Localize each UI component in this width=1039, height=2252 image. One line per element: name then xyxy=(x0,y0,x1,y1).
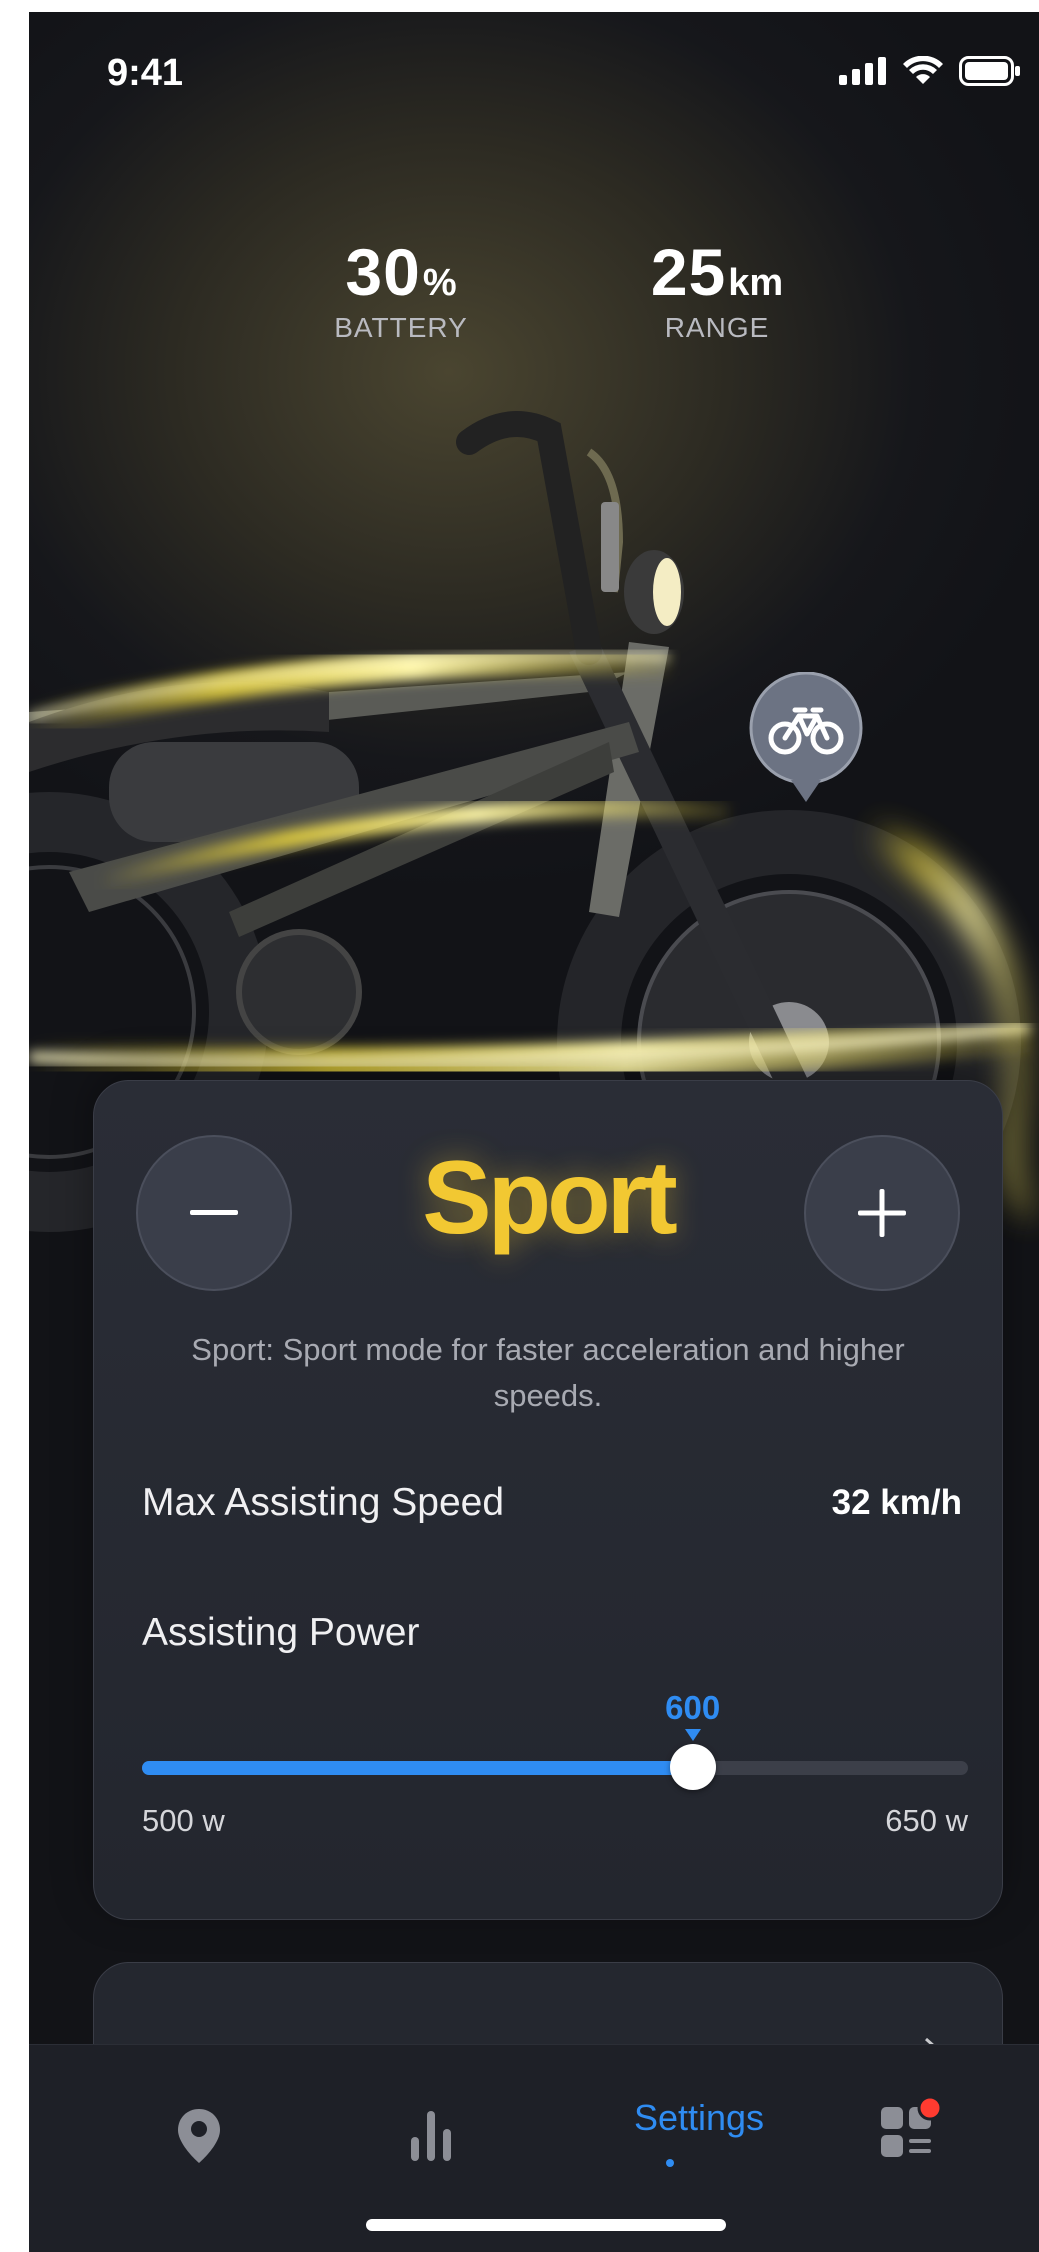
bar-chart-icon xyxy=(411,2111,451,2161)
range-stat: 25km RANGE xyxy=(607,234,827,344)
battery-icon xyxy=(959,56,1020,86)
decrease-mode-button[interactable] xyxy=(136,1135,292,1291)
wifi-icon xyxy=(903,56,943,84)
power-slider-value: 600 xyxy=(665,1689,721,1726)
power-slider-thumb[interactable] xyxy=(669,1744,716,1790)
tab-settings[interactable]: Settings xyxy=(589,2097,809,2139)
app-screen: 9:41 30% BATTERY 25km RANGE Sport Sport:… xyxy=(29,12,1039,2252)
mode-name: Sport xyxy=(422,1140,678,1256)
plus-icon xyxy=(858,1189,906,1237)
max-speed-label: Max Assisting Speed xyxy=(142,1481,505,1524)
range-value: 25 xyxy=(650,235,727,309)
status-time: 9:41 xyxy=(107,52,184,94)
tab-stats[interactable] xyxy=(401,2111,461,2161)
cellular-signal-icon xyxy=(839,57,886,85)
assisting-power-label: Assisting Power xyxy=(142,1611,420,1654)
ride-mode-card: Sport Sport: Sport mode for faster accel… xyxy=(93,1080,1003,1920)
power-slider-fill xyxy=(142,1761,693,1775)
increase-mode-button[interactable] xyxy=(804,1135,960,1291)
battery-stat: 30% BATTERY xyxy=(291,234,511,344)
battery-label: BATTERY xyxy=(334,312,468,343)
tab-apps[interactable] xyxy=(875,2095,945,2161)
range-unit: km xyxy=(728,262,784,304)
apps-grid-icon xyxy=(881,2095,943,2157)
notification-badge xyxy=(917,2095,943,2121)
battery-value: 30 xyxy=(345,235,421,309)
status-bar: 9:41 xyxy=(29,12,1039,132)
power-min-label: 500 w xyxy=(142,1803,225,1838)
tab-settings-label: Settings xyxy=(633,2097,765,2138)
active-tab-indicator xyxy=(666,2159,674,2167)
battery-unit: % xyxy=(422,262,457,304)
home-indicator xyxy=(366,2219,726,2231)
range-label: RANGE xyxy=(664,312,770,343)
bicycle-marker-icon[interactable] xyxy=(747,672,865,812)
power-slider[interactable] xyxy=(142,1744,968,1790)
minus-icon xyxy=(190,1210,238,1215)
max-speed-value: 32 km/h xyxy=(831,1483,962,1522)
mode-description: Sport: Sport mode for faster acceleratio… xyxy=(191,1332,905,1413)
location-pin-icon xyxy=(178,2109,220,2163)
status-icons xyxy=(839,56,1021,86)
slider-pointer-icon xyxy=(684,1729,701,1741)
power-max-label: 650 w xyxy=(885,1803,968,1838)
tab-map[interactable] xyxy=(169,2109,229,2163)
